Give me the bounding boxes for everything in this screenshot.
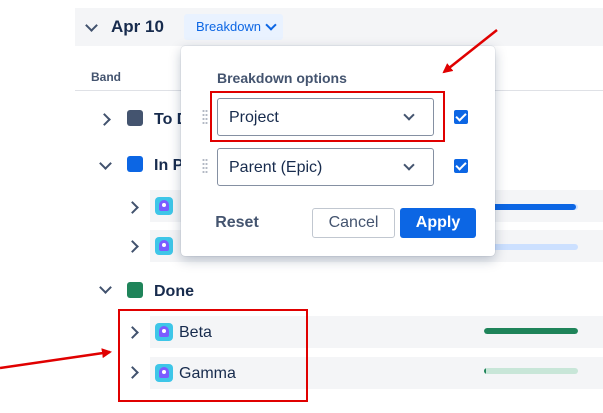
- annotation-arrow: [442, 29, 498, 74]
- annotation-arrows: [0, 29, 498, 370]
- annotation-arrow: [0, 348, 112, 370]
